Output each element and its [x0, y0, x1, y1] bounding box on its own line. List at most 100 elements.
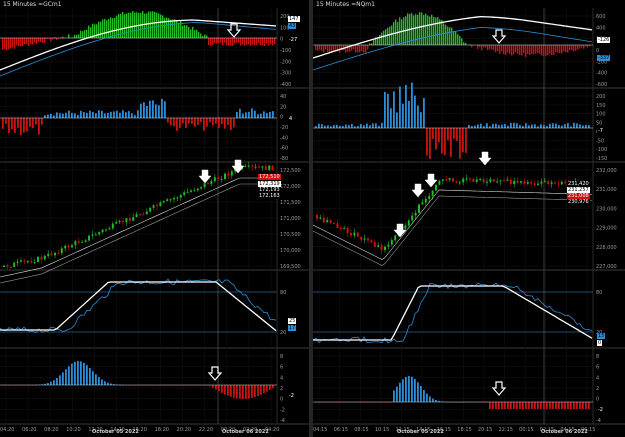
histogram-bar: [432, 398, 434, 402]
histogram-bar: [68, 366, 70, 385]
histogram-bar: [555, 45, 557, 53]
candle-body: [438, 180, 441, 185]
candle-body: [533, 183, 536, 185]
histogram-bar: [531, 45, 533, 55]
histogram-bar: [226, 38, 228, 46]
y-tick-label: 150: [596, 103, 606, 109]
histogram-bar: [6, 38, 8, 51]
histogram-bar: [106, 20, 108, 38]
momentum-bar: [191, 118, 193, 124]
histogram-bar: [176, 19, 178, 38]
histogram-bar: [172, 19, 174, 38]
left-p3-tag-4: 172,163: [258, 193, 281, 199]
candle-body: [564, 181, 567, 184]
histogram-bar: [576, 402, 578, 409]
left-p4-tag-1: 25: [288, 318, 297, 324]
histogram-bar: [493, 45, 495, 51]
down-arrow-icon: [491, 29, 507, 44]
momentum-bar: [492, 123, 494, 128]
candle-body: [560, 181, 563, 185]
momentum-bar: [23, 118, 25, 133]
momentum-bar: [212, 118, 214, 126]
histogram-bar: [489, 45, 491, 50]
histogram-bar: [435, 17, 437, 45]
momentum-bar: [414, 95, 416, 128]
candle-body: [319, 217, 322, 219]
histogram-bar: [30, 38, 32, 44]
left-chart-panel[interactable]: 15 Minutes =GCm1 200 100 0 -100 -200 -300 -400…: [0, 0, 309, 437]
histogram-bar: [407, 13, 409, 45]
candle-body: [166, 199, 169, 202]
momentum-bar: [29, 118, 31, 127]
histogram-bar: [266, 38, 268, 44]
left-date-2: October 06 2022: [222, 429, 269, 435]
histogram-bar: [170, 19, 172, 38]
momentum-bar: [318, 123, 320, 128]
histogram-bar: [564, 402, 566, 409]
histogram-bar: [541, 45, 543, 56]
histogram-bar: [331, 45, 333, 52]
candle-body: [81, 241, 84, 243]
momentum-bar: [53, 115, 55, 118]
histogram-bar: [104, 18, 106, 38]
candle-body: [16, 261, 19, 263]
histogram-bar: [228, 38, 230, 46]
histogram-bar: [361, 45, 363, 52]
histogram-bar: [579, 45, 581, 49]
candle-body: [353, 232, 356, 236]
momentum-bar: [375, 123, 377, 128]
histogram-bar: [558, 402, 560, 409]
candle-body: [543, 181, 546, 183]
histogram-bar: [319, 45, 321, 50]
momentum-bar: [209, 118, 211, 123]
candle-body: [196, 188, 199, 191]
x-tick-label: 00:15: [519, 427, 533, 433]
momentum-bar: [540, 124, 542, 128]
candle-body: [118, 220, 121, 223]
momentum-bar: [381, 122, 383, 128]
histogram-bar: [251, 385, 253, 398]
candle-body: [343, 228, 346, 230]
histogram-bar: [459, 35, 461, 45]
y-tick-label: 40: [280, 94, 286, 100]
histogram-bar: [112, 18, 114, 38]
momentum-bar: [56, 112, 58, 118]
histogram-bar: [186, 25, 188, 38]
y-tick-label: 6: [280, 365, 283, 371]
candle-body: [220, 178, 223, 180]
histogram-bar: [162, 15, 164, 38]
right-chart-panel[interactable]: 15 Minutes =NQm1 6004002000-200-400-6002…: [313, 0, 625, 437]
momentum-bar: [345, 124, 347, 128]
y-tick-label: 4: [596, 375, 599, 381]
right-chart-canvas[interactable]: 6004002000-200-400-600200150100500-50-10…: [313, 0, 625, 437]
histogram-bar: [522, 402, 524, 409]
momentum-bar: [336, 124, 338, 128]
momentum-bar: [2, 118, 4, 129]
histogram-bar: [429, 396, 431, 402]
candle-body: [373, 242, 376, 247]
histogram-bar: [62, 372, 64, 385]
left-chart-canvas[interactable]: 2001000-100-200-300-40040200-20-40-60-80…: [0, 0, 309, 437]
panel-divider[interactable]: [309, 0, 313, 437]
candle-body: [509, 179, 512, 184]
candle-body: [186, 191, 189, 193]
y-tick-label: -400: [596, 71, 607, 77]
histogram-bar: [357, 45, 359, 53]
dual-chart-window: 15 Minutes =GCm1 200 100 0 -100 -200 -300 -400…: [0, 0, 625, 437]
momentum-bar: [188, 118, 190, 124]
momentum-bar: [119, 112, 121, 118]
histogram-bar: [510, 402, 512, 409]
histogram-bar: [89, 368, 91, 385]
histogram-bar: [445, 24, 447, 45]
momentum-bar: [182, 118, 184, 124]
momentum-bar: [239, 108, 241, 118]
histogram-bar: [565, 45, 567, 53]
histogram-bar: [359, 45, 361, 53]
momentum-bar: [224, 118, 226, 129]
candle-body: [47, 253, 50, 256]
candle-body: [472, 178, 475, 182]
candle-body: [6, 265, 9, 267]
candle-body: [43, 255, 46, 260]
y-tick-label: -50: [596, 138, 604, 144]
momentum-bar: [423, 98, 425, 128]
